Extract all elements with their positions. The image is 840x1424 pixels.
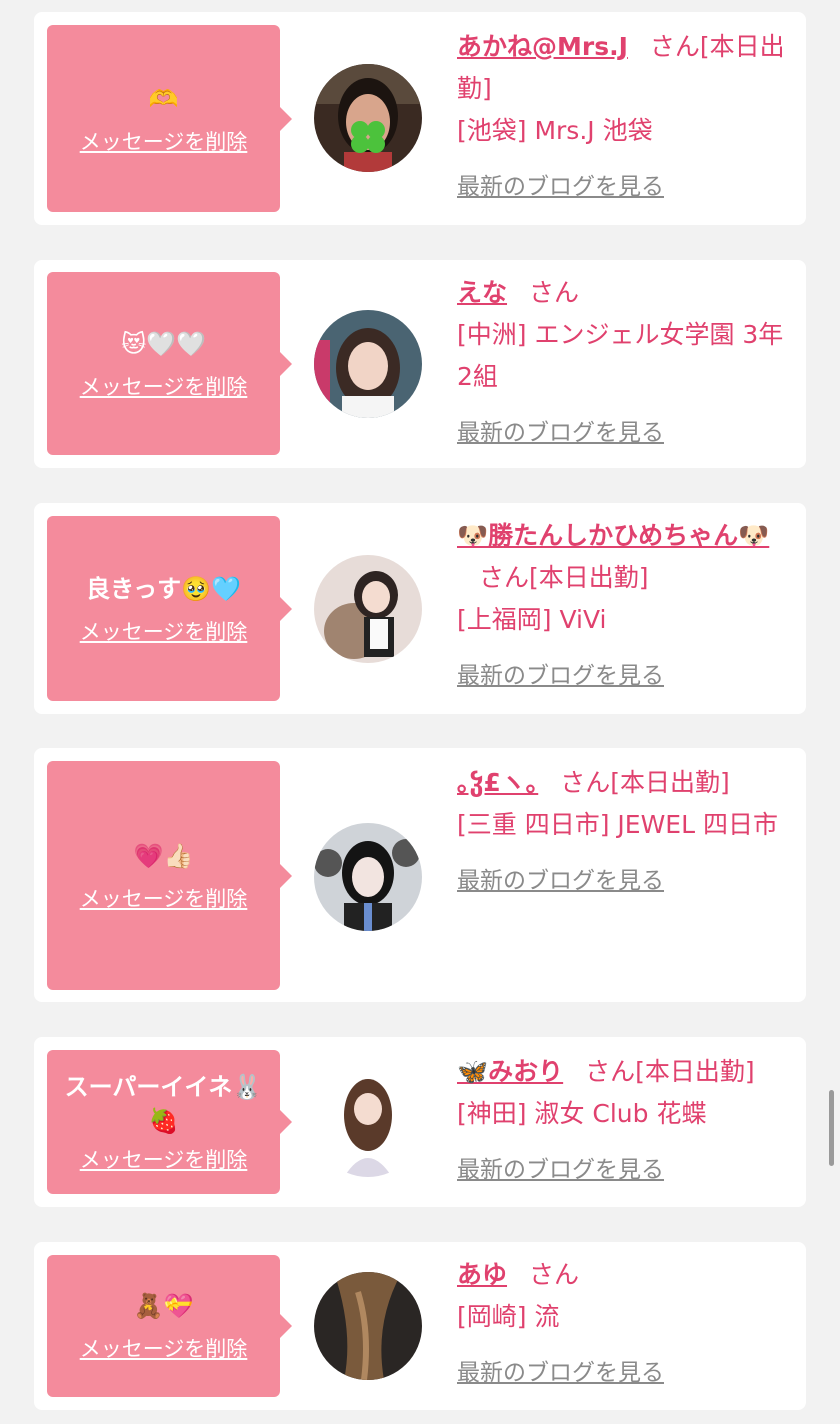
latest-blog-link[interactable]: 最新のブログを見る (457, 166, 664, 208)
profile-info: あゆ さん [岡崎] 流 最新のブログを見る (457, 1254, 792, 1394)
status-text: [本日出勤] (529, 563, 649, 592)
shop-text: [池袋] Mrs.J 池袋 (457, 116, 653, 145)
message-text: 🫶 (148, 84, 179, 113)
honorific: さん (529, 1260, 580, 1289)
honorific: さん (529, 278, 580, 307)
honorific: さん (649, 32, 700, 61)
delete-message-link[interactable]: メッセージを削除 (80, 126, 248, 156)
message-bubble: 🧸💝 メッセージを削除 (47, 1255, 292, 1397)
latest-blog-link[interactable]: 最新のブログを見る (457, 1352, 664, 1394)
profile-info: ｡ჴ£ヽ｡ さん[本日出勤] [三重 四日市] JEWEL 四日市 最新のブログを… (457, 762, 792, 902)
delete-message-link[interactable]: メッセージを削除 (80, 1333, 248, 1363)
avatar[interactable] (314, 64, 422, 172)
girl-avatar-icon (314, 310, 422, 418)
cast-name-link[interactable]: 🐶勝たんしかひめちゃん🐶 (457, 521, 769, 550)
avatar[interactable] (314, 310, 422, 418)
message-bubble: 💗👍🏻 メッセージを削除 (47, 761, 292, 990)
girl-avatar-icon (314, 555, 422, 663)
profile-info: あかね@Mrs.J さん[本日出勤] [池袋] Mrs.J 池袋 最新のブログを見… (457, 26, 792, 208)
honorific: さん (585, 1057, 636, 1086)
avatar[interactable] (314, 1272, 422, 1380)
scrollbar[interactable] (829, 1090, 834, 1166)
cast-name-link[interactable]: ｡ჴ£ヽ｡ (457, 768, 538, 797)
latest-blog-link[interactable]: 最新のブログを見る (457, 412, 664, 454)
message-text: スーパーイイネ🐰🍓 (64, 1073, 263, 1135)
avatar[interactable] (314, 1069, 422, 1177)
cast-name-link[interactable]: えな (457, 278, 507, 307)
message-bubble: スーパーイイネ🐰🍓 メッセージを削除 (47, 1050, 292, 1194)
message-card: 💗👍🏻 メッセージを削除 ｡ჴ£ヽ｡ さん[本日出勤] [三重 四日市] JEWE… (34, 748, 806, 1002)
shop-text: [上福岡] ViVi (457, 605, 607, 634)
girl-avatar-icon (314, 823, 422, 931)
latest-blog-link[interactable]: 最新のブログを見る (457, 655, 664, 697)
message-card: 🧸💝 メッセージを削除 あゆ さん [岡崎] 流 最新のブログを見る (34, 1242, 806, 1410)
cast-name-link[interactable]: あかね@Mrs.J (457, 32, 628, 61)
shop-text: [三重 四日市] JEWEL 四日市 (457, 810, 778, 839)
message-card: 良きっす🥹🩵 メッセージを削除 🐶勝たんしかひめちゃん🐶 さん[本日出勤] [上福… (34, 503, 806, 714)
delete-message-link[interactable]: メッセージを削除 (80, 616, 248, 646)
latest-blog-link[interactable]: 最新のブログを見る (457, 860, 664, 902)
message-card: 😻🤍🤍 メッセージを削除 えな さん [中洲] エンジェル女学園 3年2組 最新の… (34, 260, 806, 468)
message-text: 😻🤍🤍 (121, 329, 206, 358)
status-text: [本日出勤] (635, 1057, 755, 1086)
cast-name-link[interactable]: 🦋みおり (457, 1057, 563, 1086)
message-text: 良きっす🥹🩵 (86, 574, 241, 603)
shop-text: [岡崎] 流 (457, 1302, 560, 1331)
shop-text: [神田] 淑女 Club 花蝶 (457, 1099, 707, 1128)
girl-avatar-icon (314, 1069, 422, 1177)
honorific: さん (560, 768, 611, 797)
shop-text: [中洲] エンジェル女学園 3年2組 (457, 320, 784, 391)
status-text: [本日出勤] (610, 768, 730, 797)
cast-name-link[interactable]: あゆ (457, 1260, 507, 1289)
message-bubble: 🫶 メッセージを削除 (47, 25, 292, 212)
delete-message-link[interactable]: メッセージを削除 (80, 1144, 248, 1174)
honorific: さん (479, 563, 530, 592)
clover-avatar-icon (314, 64, 422, 172)
message-card: スーパーイイネ🐰🍓 メッセージを削除 🦋みおり さん[本日出勤] [神田] 淑女 … (34, 1037, 806, 1207)
message-bubble: 良きっす🥹🩵 メッセージを削除 (47, 516, 292, 701)
message-card: 🫶 メッセージを削除 あかね@Mrs.J さん[本日出勤] [池袋] Mrs.J … (34, 12, 806, 225)
message-text: 💗👍🏻 (133, 841, 194, 870)
message-bubble: 😻🤍🤍 メッセージを削除 (47, 272, 292, 455)
delete-message-link[interactable]: メッセージを削除 (80, 371, 248, 401)
avatar[interactable] (314, 823, 422, 931)
hair-avatar-icon (314, 1272, 422, 1380)
profile-info: 🦋みおり さん[本日出勤] [神田] 淑女 Club 花蝶 最新のブログを見る (457, 1051, 792, 1191)
profile-info: えな さん [中洲] エンジェル女学園 3年2組 最新のブログを見る (457, 272, 792, 454)
message-text: 🧸💝 (133, 1292, 194, 1320)
latest-blog-link[interactable]: 最新のブログを見る (457, 1149, 664, 1191)
profile-info: 🐶勝たんしかひめちゃん🐶 さん[本日出勤] [上福岡] ViVi 最新のブログを見… (457, 515, 792, 697)
delete-message-link[interactable]: メッセージを削除 (80, 883, 248, 913)
avatar[interactable] (314, 555, 422, 663)
